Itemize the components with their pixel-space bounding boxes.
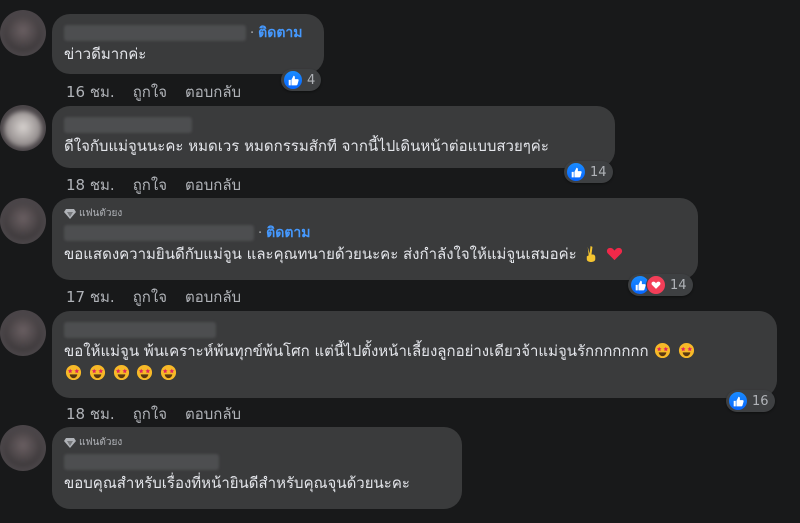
reaction-summary[interactable]: 16 <box>726 390 775 412</box>
reaction-count: 14 <box>670 277 687 293</box>
star-struck-emoji <box>655 342 671 359</box>
avatar[interactable] <box>0 105 46 151</box>
star-struck-emoji <box>161 364 177 381</box>
reply-link[interactable]: ตอบกลับ <box>185 173 241 197</box>
star-struck-emoji <box>89 364 105 381</box>
reply-link[interactable]: ตอบกลับ <box>185 285 241 309</box>
follow-button[interactable]: ติดตาม <box>266 222 310 244</box>
star-struck-emoji <box>113 364 129 381</box>
author-name-redacted[interactable] <box>64 225 254 241</box>
comment-time <box>66 0 71 4</box>
reaction-summary[interactable]: 4 <box>281 69 322 91</box>
star-struck-emoji <box>137 364 153 381</box>
separator-dot: · <box>258 225 263 241</box>
comment-text-row: ขอให้แม่จูน พ้นเคราะห์พ้นทุกข์พ้นโศก แต่… <box>64 340 765 362</box>
comment-text: ขอแสดงความยินดีกับแม่จูน และคุณทนายด้วยน… <box>64 245 577 263</box>
reply-link[interactable]: ตอบกลับ <box>185 402 241 426</box>
avatar[interactable] <box>0 198 46 244</box>
comment-bubble: ดีใจกับแม่จูนนะคะ หมดเวร หมดกรรมสักที จา… <box>52 106 615 168</box>
avatar[interactable] <box>0 10 46 56</box>
avatar[interactable] <box>0 425 46 471</box>
comment-time: 18 ชม. <box>66 176 115 194</box>
diamond-icon <box>64 208 76 219</box>
comment-bubble: แฟนตัวยง · ติดตาม ขอแสดงความยินดีกับแม่จ… <box>52 198 698 280</box>
comment-actions: 18 ชม. ถูกใจ ตอบกลับ <box>66 402 241 426</box>
reaction-summary[interactable]: 14 <box>564 161 613 183</box>
follow-button[interactable]: ติดตาม <box>258 22 302 44</box>
love-reaction-icon <box>646 275 666 295</box>
badge-label: แฟนตัวยง <box>79 208 123 219</box>
like-reaction-icon <box>566 162 586 182</box>
like-link[interactable]: ถูกใจ <box>133 285 167 309</box>
comment-text-row: ขอแสดงความยินดีกับแม่จูน และคุณทนายด้วยน… <box>64 243 686 265</box>
comment-bubble: · ติดตาม ข่าวดีมากค่ะ <box>52 14 324 74</box>
comment-time: 18 ชม. <box>66 405 115 423</box>
top-fan-badge: แฟนตัวยง <box>64 436 450 449</box>
comment-actions: 18 ชม. ถูกใจ ตอบกลับ <box>66 173 241 197</box>
diamond-icon <box>64 437 76 448</box>
comment-text: ขอบคุณสำหรับเรื่องที่หน้ายินดีสำหรับคุณจ… <box>64 474 410 492</box>
star-struck-emoji <box>65 364 82 381</box>
author-row <box>64 452 450 472</box>
author-row: · ติดตาม <box>64 223 686 243</box>
like-reaction-icon <box>728 391 748 411</box>
badge-label: แฟนตัวยง <box>79 437 123 448</box>
author-row <box>64 320 765 340</box>
like-link[interactable]: ถูกใจ <box>133 80 167 104</box>
author-name-redacted[interactable] <box>64 454 219 470</box>
comment-text: ข่าวดีมากค่ะ <box>64 45 147 63</box>
like-link[interactable]: ถูกใจ <box>133 173 167 197</box>
author-row <box>64 115 603 135</box>
red-heart-emoji <box>607 247 623 261</box>
victory-hand-emoji <box>586 245 595 262</box>
avatar[interactable] <box>0 310 46 356</box>
comment-text: ขอให้แม่จูน พ้นเคราะห์พ้นทุกข์พ้นโศก แต่… <box>64 342 649 360</box>
comment-emoji-row <box>64 362 765 384</box>
comment-time: 17 ชม. <box>66 288 115 306</box>
like-link[interactable]: ถูกใจ <box>133 402 167 426</box>
author-row: · ติดตาม <box>64 23 312 43</box>
comment-actions: 17 ชม. ถูกใจ ตอบกลับ <box>66 285 241 309</box>
reaction-count: 14 <box>590 164 607 180</box>
reaction-summary[interactable]: 14 <box>628 274 693 296</box>
comment-bubble: ขอให้แม่จูน พ้นเคราะห์พ้นทุกข์พ้นโศก แต่… <box>52 311 777 398</box>
top-fan-badge: แฟนตัวยง <box>64 207 686 220</box>
author-name-redacted[interactable] <box>64 322 216 338</box>
comment-actions: 16 ชม. ถูกใจ ตอบกลับ <box>66 80 241 104</box>
author-name-redacted[interactable] <box>64 117 192 133</box>
reply-link[interactable]: ตอบกลับ <box>185 80 241 104</box>
comment-actions-cutoff <box>66 0 71 4</box>
author-name-redacted[interactable] <box>64 25 246 41</box>
star-struck-emoji <box>679 342 695 359</box>
comment-time: 16 ชม. <box>66 83 115 101</box>
reaction-count: 4 <box>307 72 316 88</box>
comment-text: ดีใจกับแม่จูนนะคะ หมดเวร หมดกรรมสักที จา… <box>64 137 549 155</box>
reaction-count: 16 <box>752 393 769 409</box>
like-reaction-icon <box>283 70 303 90</box>
separator-dot: · <box>250 25 255 41</box>
comment-bubble: แฟนตัวยง ขอบคุณสำหรับเรื่องที่หน้ายินดีส… <box>52 427 462 509</box>
